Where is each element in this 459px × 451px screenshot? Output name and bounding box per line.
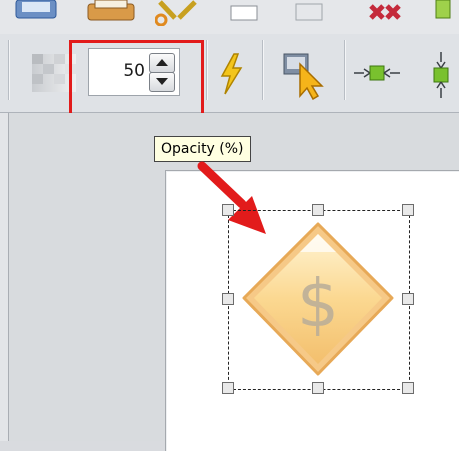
resize-handle-top[interactable] bbox=[312, 204, 324, 216]
toolbar-separator bbox=[206, 40, 207, 100]
window-icon[interactable] bbox=[10, 0, 62, 26]
selection-box[interactable] bbox=[228, 210, 410, 390]
toolbar-separator bbox=[344, 40, 345, 100]
toolbar-separator bbox=[8, 40, 9, 100]
center-vertical-icon[interactable] bbox=[430, 52, 452, 98]
copy-icon[interactable] bbox=[225, 0, 265, 26]
top-toolbar-strip bbox=[0, 0, 459, 35]
resize-handle-top-right[interactable] bbox=[402, 204, 414, 216]
toolbar-separator bbox=[262, 40, 263, 100]
resize-handle-left[interactable] bbox=[222, 293, 234, 305]
printer-icon[interactable] bbox=[85, 0, 140, 26]
left-panel-edge bbox=[0, 113, 9, 441]
green-marker-icon[interactable] bbox=[430, 0, 459, 26]
lightning-icon[interactable] bbox=[216, 52, 246, 96]
center-horizontal-icon[interactable] bbox=[354, 62, 400, 84]
resize-handle-top-left[interactable] bbox=[222, 204, 234, 216]
resize-handle-bottom-left[interactable] bbox=[222, 382, 234, 394]
paste-icon[interactable] bbox=[290, 0, 330, 26]
delete-icon[interactable] bbox=[365, 0, 405, 26]
select-pointer-icon[interactable] bbox=[282, 50, 328, 101]
annotation-highlight-box bbox=[69, 40, 204, 116]
resize-handle-bottom-right[interactable] bbox=[402, 382, 414, 394]
resize-handle-bottom[interactable] bbox=[312, 382, 324, 394]
scissors-icon[interactable] bbox=[154, 0, 200, 27]
resize-handle-right[interactable] bbox=[402, 293, 414, 305]
